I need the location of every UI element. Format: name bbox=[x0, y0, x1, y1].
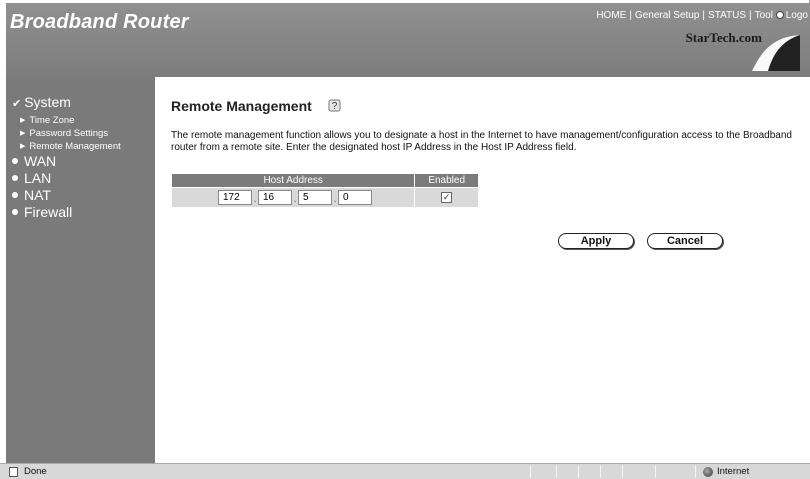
sidebar-item-label: System bbox=[24, 94, 71, 110]
status-divider bbox=[578, 465, 579, 478]
nav-status-link[interactable]: STATUS bbox=[708, 10, 746, 21]
status-divider bbox=[556, 465, 557, 478]
ip-octet-1-input[interactable]: 172 bbox=[218, 190, 252, 205]
apply-button[interactable]: Apply bbox=[558, 233, 634, 249]
status-divider bbox=[655, 465, 656, 478]
checkmark-icon: ✔ bbox=[12, 98, 22, 110]
sidebar-item-lan[interactable]: LAN bbox=[12, 170, 51, 186]
status-divider bbox=[530, 465, 531, 478]
nav-home-link[interactable]: HOME bbox=[596, 10, 626, 21]
table-header-row: Host Address Enabled bbox=[170, 173, 479, 188]
sidebar-item-label: NAT bbox=[24, 187, 51, 203]
sidebar-item-wan[interactable]: WAN bbox=[12, 153, 56, 169]
zone-text: Internet bbox=[717, 466, 750, 477]
sidebar-item-label: Firewall bbox=[24, 204, 73, 220]
ip-octet-4-input[interactable]: 0 bbox=[338, 190, 372, 205]
bullet-icon bbox=[12, 158, 18, 164]
nav-separator: | bbox=[702, 10, 706, 21]
sidebar-item-firewall[interactable]: Firewall bbox=[12, 204, 72, 220]
sidebar-item-system[interactable]: ✔ System bbox=[12, 94, 71, 110]
nav-separator: | bbox=[629, 10, 632, 21]
arrow-right-icon: ▶ bbox=[20, 117, 26, 124]
bullet-icon bbox=[12, 209, 18, 215]
logo-text: StarTech.com bbox=[685, 30, 762, 45]
enabled-header: Enabled bbox=[414, 173, 479, 188]
browser-status-bar: Done Internet bbox=[0, 463, 810, 479]
page-title: Remote Management bbox=[171, 98, 312, 114]
sidebar-subitem-password-settings[interactable]: ▶ Password Settings bbox=[20, 128, 108, 139]
help-icon[interactable]: ? bbox=[328, 98, 342, 112]
ip-octet-2-input[interactable]: 16 bbox=[258, 190, 292, 205]
browser-page: Broadband Router HOME | General Setup | STAT… bbox=[0, 0, 810, 463]
nav-general-setup-link[interactable]: General Setup bbox=[635, 10, 700, 21]
arrow-right-icon: ▶ bbox=[20, 143, 26, 150]
page-done-icon bbox=[9, 467, 18, 477]
nav-separator: | bbox=[749, 10, 752, 21]
cancel-button[interactable]: Cancel bbox=[647, 233, 723, 249]
status-text: Done bbox=[24, 466, 47, 477]
arrow-right-icon: ▶ bbox=[20, 130, 26, 137]
status-divider bbox=[622, 465, 623, 478]
main-content: Remote Management ? The remote managemen… bbox=[155, 77, 810, 463]
sidebar-subitem-label: Password Settings bbox=[29, 128, 109, 139]
enabled-cell: ✓ bbox=[414, 187, 479, 208]
status-divider bbox=[600, 465, 601, 478]
brand-title: Broadband Router bbox=[10, 11, 189, 33]
sidebar-item-label: WAN bbox=[24, 153, 57, 169]
header-bar: Broadband Router HOME | General Setup | STAT… bbox=[6, 3, 810, 77]
host-address-table: Host Address Enabled 172. 16. 5. 0 ✓ bbox=[170, 173, 479, 208]
nav-tool-link[interactable]: Tool bbox=[755, 10, 773, 21]
sidebar-subitem-remote-management[interactable]: ▶ Remote Management bbox=[20, 141, 121, 152]
host-address-header: Host Address bbox=[170, 173, 416, 188]
ip-octet-3-input[interactable]: 5 bbox=[298, 190, 332, 205]
description-text: The remote management function allows yo… bbox=[171, 130, 792, 153]
sidebar-subitem-label: Time Zone bbox=[29, 115, 75, 126]
sidebar-item-nat[interactable]: NAT bbox=[12, 187, 51, 203]
logout-bullet-icon bbox=[775, 11, 784, 19]
bullet-icon bbox=[12, 175, 18, 181]
table-row: 172. 16. 5. 0 ✓ bbox=[170, 187, 479, 208]
enabled-checkbox[interactable]: ✓ bbox=[441, 192, 453, 203]
internet-globe-icon bbox=[703, 467, 713, 477]
sidebar-item-label: LAN bbox=[24, 170, 52, 186]
top-navigation: HOME | General Setup | STATUS | Tool Logo bbox=[596, 10, 808, 21]
svg-text:?: ? bbox=[332, 101, 338, 112]
ip-address-cell: 172. 16. 5. 0 bbox=[170, 187, 416, 208]
sidebar-menu: ✔ System ▶ Time Zone ▶ Password Settings ▶ R… bbox=[6, 77, 155, 463]
bullet-icon bbox=[12, 192, 18, 198]
sidebar-subitem-label: Remote Management bbox=[29, 141, 121, 152]
nav-logout-link[interactable]: Logo bbox=[786, 10, 808, 21]
status-divider bbox=[695, 465, 696, 478]
sidebar-subitem-time-zone[interactable]: ▶ Time Zone bbox=[20, 115, 74, 126]
